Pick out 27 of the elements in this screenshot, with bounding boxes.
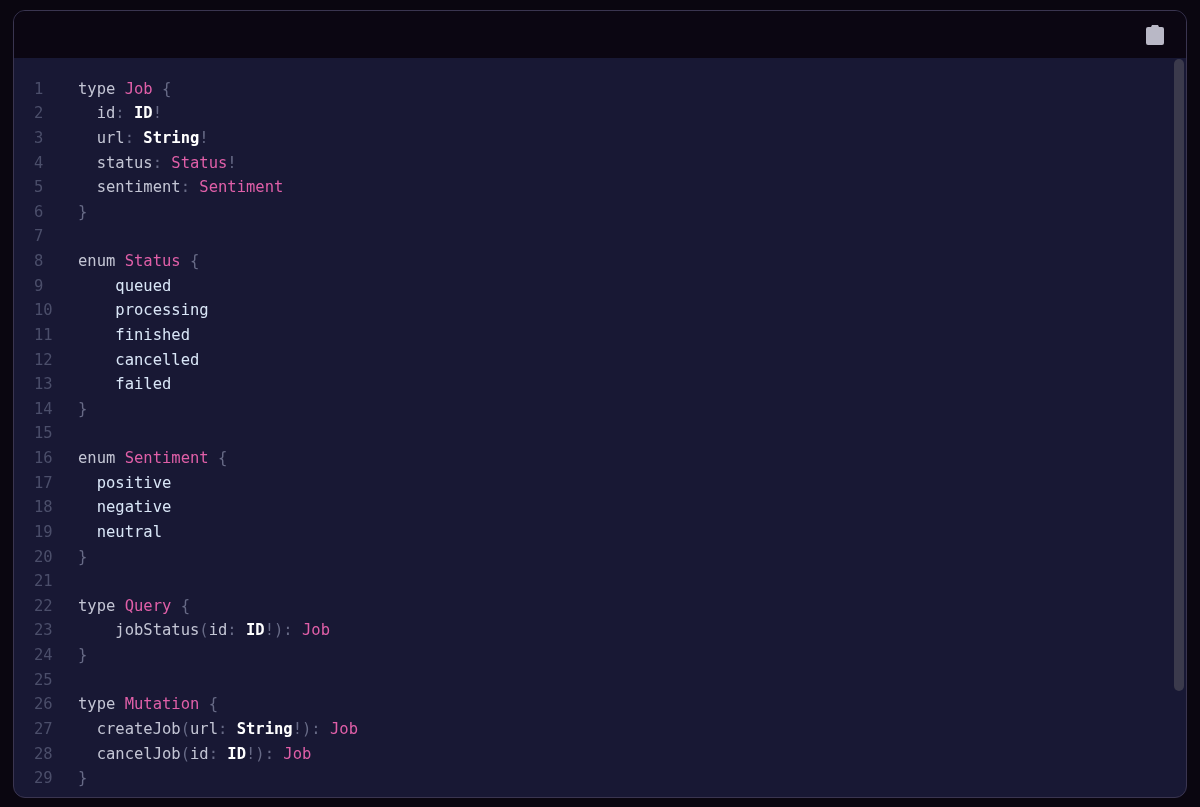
code-line: jobStatus(id: ID!): Job: [114, 620, 330, 642]
code-line: id: ID!: [95, 103, 162, 125]
code-line: neutral: [95, 521, 162, 543]
code-line: cancelled: [114, 349, 200, 371]
code-line: }: [78, 201, 88, 223]
code-line: failed: [114, 374, 172, 396]
code-line: sentiment: Sentiment: [95, 177, 284, 199]
code-line: cancelJob(id: ID!): Job: [95, 743, 312, 765]
code-line: enum Status {: [78, 251, 200, 273]
code-line: processing: [114, 300, 209, 322]
code-line: enum Sentiment {: [78, 448, 228, 470]
clipboard-icon: [1146, 23, 1164, 46]
code-line: }: [78, 768, 88, 790]
code-line: type Job {: [78, 78, 172, 100]
code-line: queued: [114, 275, 172, 297]
scrollbar[interactable]: [1174, 59, 1184, 691]
code-line: negative: [95, 497, 172, 519]
code-line: type Mutation {: [78, 694, 218, 716]
code-line: createJob(url: String!): Job: [95, 718, 358, 740]
code-line: finished: [114, 324, 190, 346]
code-line: }: [78, 645, 88, 667]
code-line: type Query {: [78, 595, 190, 617]
code-line: positive: [95, 472, 172, 494]
code-line: }: [78, 546, 88, 568]
code-line: url: String!: [95, 127, 209, 149]
code-line: }: [78, 398, 88, 420]
code-line: status: Status!: [95, 152, 237, 174]
